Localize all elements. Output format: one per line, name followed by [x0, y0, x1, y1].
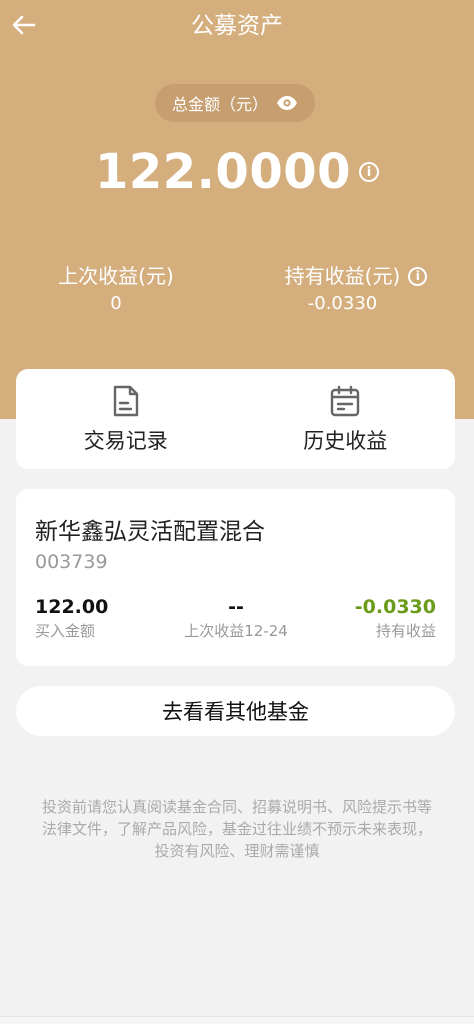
tab-history-income-label: 历史收益: [303, 429, 388, 453]
disclaimer-line: 投资有风险、理财需谨慎: [154, 842, 320, 860]
fund-card[interactable]: 新华鑫弘灵活配置混合 003739 122.00 买入金额 -- 上次收益12-…: [16, 489, 455, 666]
last-income-stat: 上次收益(元) 0: [52, 262, 180, 318]
buy-amount-value: 122.00: [35, 596, 109, 618]
tab-trade-records-label: 交易记录: [83, 429, 168, 453]
fund-holding-income-label: 持有收益: [375, 622, 436, 640]
fund-code: 003739: [35, 551, 108, 573]
document-icon: [113, 385, 138, 417]
calendar-icon: [331, 385, 360, 417]
tab-trade-records[interactable]: 交易记录: [16, 369, 236, 469]
holding-income-label: 持有收益(元): [284, 264, 401, 288]
eye-icon[interactable]: [276, 95, 298, 111]
buy-amount: 122.00 买入金额: [35, 594, 108, 642]
fund-holding-income: -0.0330 持有收益: [355, 594, 436, 642]
total-amount-toggle[interactable]: 总金额（元）: [155, 84, 315, 122]
quick-actions-card: 交易记录 历史收益: [16, 369, 455, 469]
view-other-funds-button[interactable]: 去看看其他基金: [16, 686, 455, 736]
last-income-value: 0: [110, 293, 122, 314]
risk-disclaimer: 投资前请您认真阅读基金合同、招募说明书、风险提示书等 法律文件，了解产品风险，基…: [12, 796, 462, 862]
assets-header: 公募资产 总金额（元） 122.0000 i 上次收益(元) 0 持有收益(元): [0, 0, 474, 419]
holding-income-value: -0.0330: [307, 293, 378, 314]
bottom-divider: [0, 1016, 474, 1024]
info-icon[interactable]: i: [359, 162, 380, 182]
total-amount-value: 122.0000: [94, 144, 352, 200]
disclaimer-line: 投资前请您认真阅读基金合同、招募说明书、风险提示书等: [41, 798, 432, 816]
disclaimer-line: 法律文件，了解产品风险，基金过往业绩不预示未来表现，: [41, 820, 432, 838]
fund-last-income: -- 上次收益12-24: [156, 594, 316, 642]
holding-income-stat: 持有收益(元) i -0.0330: [276, 262, 436, 318]
page-title: 公募资产: [191, 13, 283, 39]
tab-history-income[interactable]: 历史收益: [236, 369, 456, 469]
info-icon-glyph: i: [415, 269, 420, 283]
fund-last-income-value: --: [228, 596, 244, 618]
page: 公募资产 总金额（元） 122.0000 i 上次收益(元) 0 持有收益(元): [0, 0, 474, 1024]
last-income-label: 上次收益(元): [58, 264, 174, 288]
fund-last-income-label: 上次收益12-24: [184, 622, 288, 640]
info-icon-glyph: i: [366, 164, 372, 180]
total-amount: 122.0000 i: [0, 142, 474, 202]
total-amount-label: 总金额（元）: [171, 95, 268, 114]
buy-amount-label: 买入金额: [35, 622, 96, 640]
fund-holding-income-value: -0.0330: [354, 596, 436, 618]
fund-name: 新华鑫弘灵活配置混合: [35, 519, 265, 545]
info-icon[interactable]: i: [408, 266, 428, 286]
